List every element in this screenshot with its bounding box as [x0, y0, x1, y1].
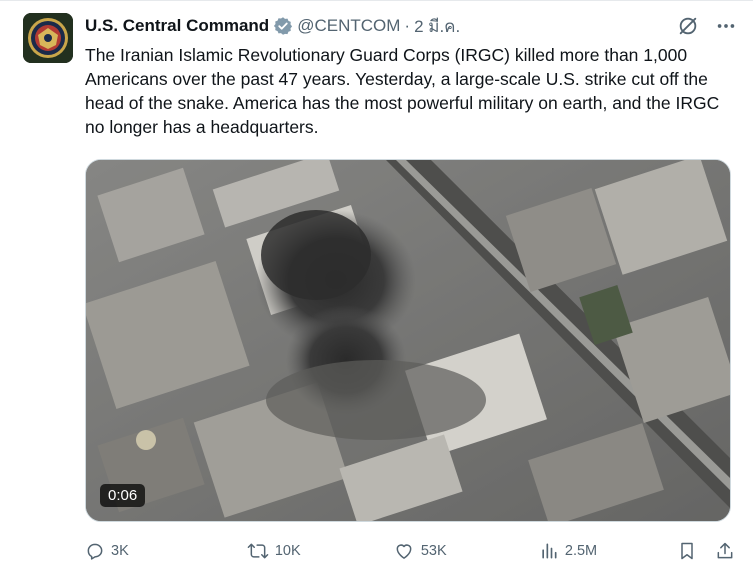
reply-icon — [87, 543, 103, 560]
views-button[interactable]: 2.5M — [539, 541, 677, 561]
tweet-actions: 3K 10K 53K 2.5M — [85, 539, 735, 563]
verified-badge-icon — [273, 16, 293, 36]
like-button[interactable]: 53K — [393, 541, 539, 561]
video-duration: 0:06 — [100, 484, 146, 507]
repost-icon — [247, 543, 269, 559]
separator-dot: · — [404, 16, 411, 35]
video-frame — [86, 160, 730, 521]
share-button[interactable] — [715, 541, 735, 561]
more-icon[interactable] — [715, 15, 737, 37]
views-count: 2.5M — [564, 543, 598, 559]
tweet-text: The Iranian Islamic Revolutionary Guard … — [85, 45, 720, 137]
reply-count: 3K — [111, 543, 129, 559]
avatar[interactable] — [23, 13, 73, 63]
share-icon — [717, 542, 733, 559]
tweet[interactable]: U.S. Central Command @CENTCOM · 2 มี.ค. — [0, 0, 753, 578]
repost-button[interactable]: 10K — [247, 541, 393, 561]
reply-button[interactable]: 3K — [85, 541, 247, 561]
author-name[interactable]: U.S. Central Command — [85, 16, 269, 36]
bookmark-button[interactable] — [677, 541, 697, 561]
timestamp[interactable]: 2 มี.ค. — [414, 13, 460, 40]
bookmark-icon — [681, 542, 693, 560]
tweet-header: U.S. Central Command @CENTCOM · 2 มี.ค. — [85, 15, 737, 37]
views-icon — [542, 543, 557, 559]
author-handle[interactable]: @CENTCOM — [297, 16, 400, 36]
like-count: 53K — [420, 543, 447, 559]
repost-count: 10K — [274, 543, 301, 559]
grok-icon[interactable] — [677, 15, 699, 37]
like-icon — [396, 544, 412, 559]
tweet-video[interactable]: 0:06 — [85, 159, 731, 522]
